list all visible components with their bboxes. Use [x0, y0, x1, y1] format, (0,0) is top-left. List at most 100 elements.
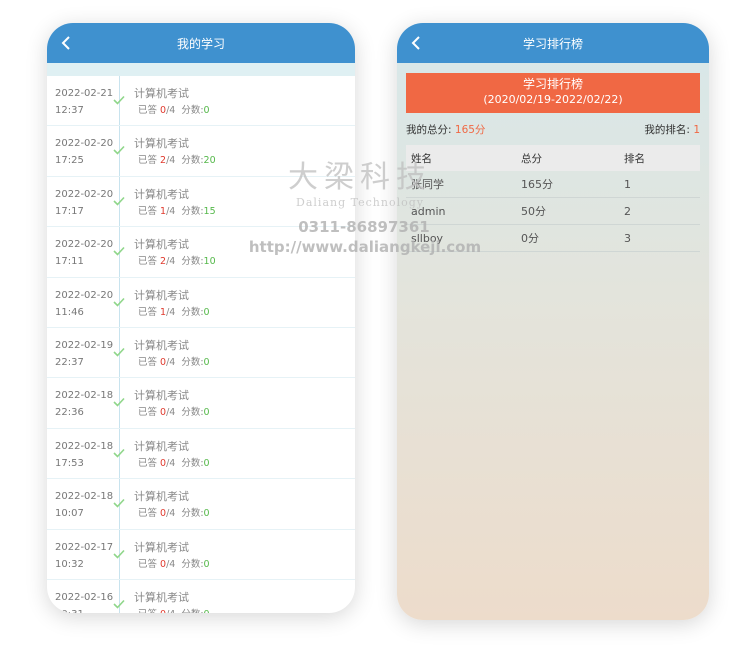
chevron-left-icon[interactable] — [59, 35, 73, 51]
score-label: 分数: — [181, 508, 204, 520]
record-stats: 已答 0/4分数:0 — [138, 505, 210, 519]
rank-value: 1 — [693, 124, 700, 136]
my-total-score: 我的总分: 165分 — [406, 122, 485, 137]
my-study-screen: 我的学习 2022-02-21 12:37 计算机考试 已答 0/4 分数:0 2022-… — [47, 23, 355, 613]
record-stats: 已答 0/4分数:0 — [138, 556, 210, 570]
record-title: 计算机考试 — [134, 288, 189, 302]
header-name: 姓名 — [411, 152, 432, 165]
question-total: /4 — [166, 205, 176, 217]
check-icon — [113, 146, 125, 156]
list-item[interactable]: 2022-02-20 11:46 计算机考试 已答 1/4 分数:0 — [47, 278, 355, 328]
record-time: 17:11 — [55, 256, 84, 268]
list-item[interactable]: 2022-02-17 10:32 计算机考试 已答 0/4 分数:0 — [47, 530, 355, 580]
check-icon — [113, 297, 125, 307]
check-icon — [113, 247, 125, 256]
header-score: 总分 — [521, 152, 542, 165]
table-row[interactable]: admin 50分 2 — [406, 198, 700, 225]
record-title: 计算机考试 — [134, 238, 189, 252]
answered-label: 已答 — [138, 306, 161, 318]
score-value: 0 — [203, 508, 210, 520]
cell-name: sllboy — [411, 231, 444, 245]
record-date: 2022-02-19 — [55, 339, 114, 351]
question-total: /4 — [166, 256, 176, 268]
record-stats: 已答 2/4 分数:10 — [138, 253, 216, 267]
score-summary: 我的总分: 165分 我的排名: 1 — [397, 113, 709, 145]
score-value: 0 — [203, 306, 210, 318]
record-time: 17:53 — [55, 457, 84, 469]
question-total: /4 — [166, 155, 176, 167]
record-time: 17:17 — [55, 205, 84, 217]
ranking-banner: 学习排行榜 (2020/02/19-2022/02/22) — [406, 73, 700, 113]
record-date: 2022-02-20 — [55, 188, 114, 200]
score-value: 20 — [203, 155, 216, 167]
answered-label: 已答 — [138, 256, 161, 268]
answered-label: 已答 — [138, 155, 161, 167]
list-item[interactable]: 2022-02-18 17:53 计算机考试 已答 0/4 分数:0 — [47, 429, 355, 480]
score-label: 分数: — [181, 356, 204, 368]
record-title: 计算机考试 — [134, 338, 189, 352]
score-value: 15 — [203, 205, 216, 217]
answered-label: 已答 — [138, 105, 161, 116]
list-item[interactable]: 2022-02-18 22:36 计算机考试 已答 0/4 分数:0 — [47, 378, 355, 429]
ranking-screen: 学习排行榜 学习排行榜 (2020/02/19-2022/02/22) 我的总分… — [397, 23, 709, 620]
score-label: 分数: — [181, 609, 203, 613]
record-date: 2022-02-18 — [55, 390, 114, 402]
record-date: 2022-02-20 — [55, 138, 114, 150]
total-value: 165分 — [454, 124, 486, 136]
score-value: 0 — [203, 105, 210, 116]
record-time: 22:37 — [55, 356, 84, 368]
cell-name: admin — [411, 204, 446, 218]
top-strip — [47, 63, 355, 76]
check-icon — [113, 599, 125, 609]
score-label: 分数: — [181, 256, 204, 268]
table-row[interactable]: 张同学 165分 1 — [406, 171, 700, 198]
record-time: 17:25 — [55, 155, 84, 167]
chevron-left-icon[interactable] — [409, 35, 423, 51]
record-stats: 已答 0/4分数:0 — [138, 606, 210, 613]
total-label: 我的总分: — [406, 124, 452, 136]
cell-rank: 3 — [624, 231, 631, 245]
cell-score: 0分 — [521, 232, 539, 245]
banner-date-range: (2020/02/19-2022/02/22) — [483, 93, 623, 106]
cell-score: 50分 — [521, 205, 546, 218]
score-label: 分数: — [181, 105, 204, 116]
list-item[interactable]: 2022-02-20 17:17 计算机考试 已答 1/4 分数:15 — [47, 177, 355, 228]
score-label: 分数: — [181, 407, 204, 419]
record-date: 2022-02-18 — [55, 491, 114, 503]
list-item[interactable]: 2022-02-20 17:11 计算机考试 已答 2/4 分数:10 — [47, 227, 355, 278]
score-label: 分数: — [181, 457, 204, 469]
score-value: 0 — [203, 457, 210, 469]
list-item[interactable]: 2022-02-21 12:37 计算机考试 已答 0/4 分数:0 — [47, 76, 355, 127]
table-row[interactable]: sllboy 0分 3 — [406, 225, 700, 252]
record-title: 计算机考试 — [134, 87, 189, 100]
answered-label: 已答 — [138, 508, 161, 520]
cell-rank: 1 — [624, 177, 631, 191]
record-time: 10:32 — [55, 558, 84, 570]
record-stats: 已答 1/4 分数:15 — [138, 203, 216, 217]
header-rank: 排名 — [624, 152, 645, 165]
my-rank: 我的排名: 1 — [644, 122, 700, 137]
list-item[interactable]: 2022-02-20 17:25 计算机考试 已答 2/4 分数:20 — [47, 126, 355, 177]
check-icon — [113, 549, 125, 559]
record-title: 计算机考试 — [134, 137, 189, 151]
list-item[interactable]: 2022-02-1620:31计算机考试已答 0/4分数:0 — [47, 580, 355, 613]
score-value: 0 — [203, 356, 210, 368]
record-time: 10:07 — [55, 508, 84, 520]
record-date: 2022-02-21 — [55, 88, 114, 99]
record-date: 2022-02-20 — [55, 239, 114, 251]
record-date: 2022-02-18 — [55, 440, 114, 452]
score-value: 0 — [204, 609, 210, 613]
answered-label: 已答 — [138, 205, 161, 217]
question-total: /4 — [166, 105, 176, 116]
question-total: /4 — [166, 508, 176, 520]
list-item[interactable]: 2022-02-19 22:37 计算机考试 已答 0/4 分数:0 — [47, 328, 355, 379]
record-stats: 已答 1/4 分数:0 — [138, 304, 210, 318]
check-icon — [113, 196, 125, 206]
record-title: 计算机考试 — [134, 490, 189, 504]
record-date: 2022-02-20 — [55, 289, 114, 301]
score-value: 0 — [203, 558, 210, 570]
check-icon — [113, 448, 125, 458]
question-total: /4 — [166, 558, 176, 570]
list-item[interactable]: 2022-02-18 10:07 计算机考试 已答 0/4 分数:0 — [47, 479, 355, 530]
record-stats: 已答 0/4分数:0 — [138, 455, 210, 469]
